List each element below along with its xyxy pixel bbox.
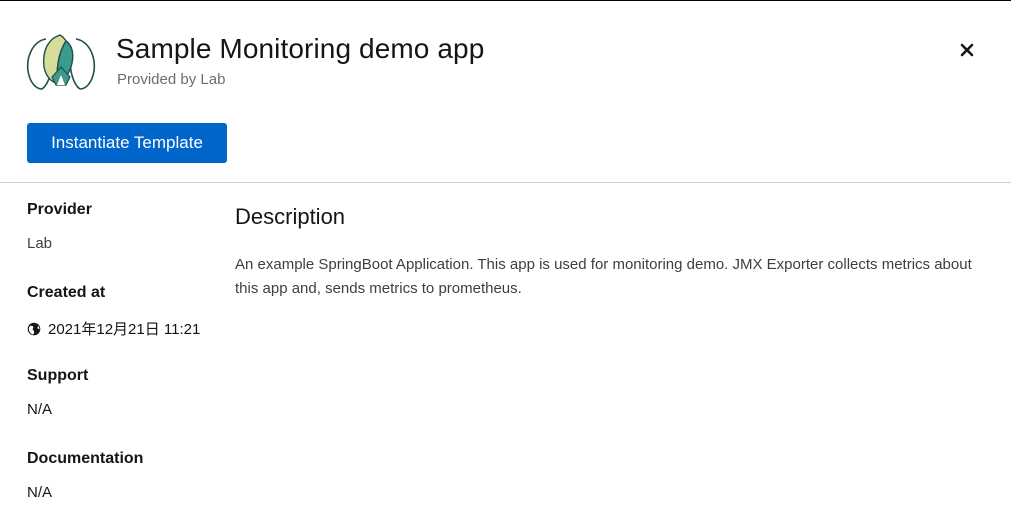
property-documentation: Documentation N/A: [27, 450, 217, 501]
property-label: Provider: [27, 201, 92, 218]
property-value: N/A: [27, 484, 53, 501]
description-text: An example SpringBoot Application. This …: [235, 256, 972, 297]
provider-subtitle: Provided by Lab: [117, 71, 226, 88]
property-label: Support: [27, 367, 89, 384]
property-value: Lab: [27, 235, 53, 252]
template-app-logo-icon: [26, 33, 96, 93]
property-label: Created at: [27, 284, 106, 301]
property-value: N/A: [27, 401, 53, 418]
template-detail-panel: Sample Monitoring demo app Provided by L…: [0, 0, 1011, 530]
property-value: 2021年12月21日 11:21: [27, 318, 200, 339]
close-button[interactable]: [955, 38, 979, 62]
property-support: Support N/A: [27, 367, 217, 418]
instantiate-template-button[interactable]: Instantiate Template: [27, 123, 227, 163]
property-label: Documentation: [27, 450, 144, 467]
page-title: Sample Monitoring demo app: [116, 33, 485, 64]
globe-icon: [27, 322, 41, 336]
close-icon: [960, 43, 974, 57]
header-divider: [0, 182, 1011, 183]
description-heading: Description: [235, 204, 346, 229]
property-created-at: Created at 2021年12月21日 11:21: [27, 284, 217, 338]
property-provider: Provider Lab: [27, 201, 217, 252]
panel-header: Sample Monitoring demo app Provided by L…: [0, 1, 1011, 182]
created-at-timestamp: 2021年12月21日 11:21: [48, 321, 201, 338]
